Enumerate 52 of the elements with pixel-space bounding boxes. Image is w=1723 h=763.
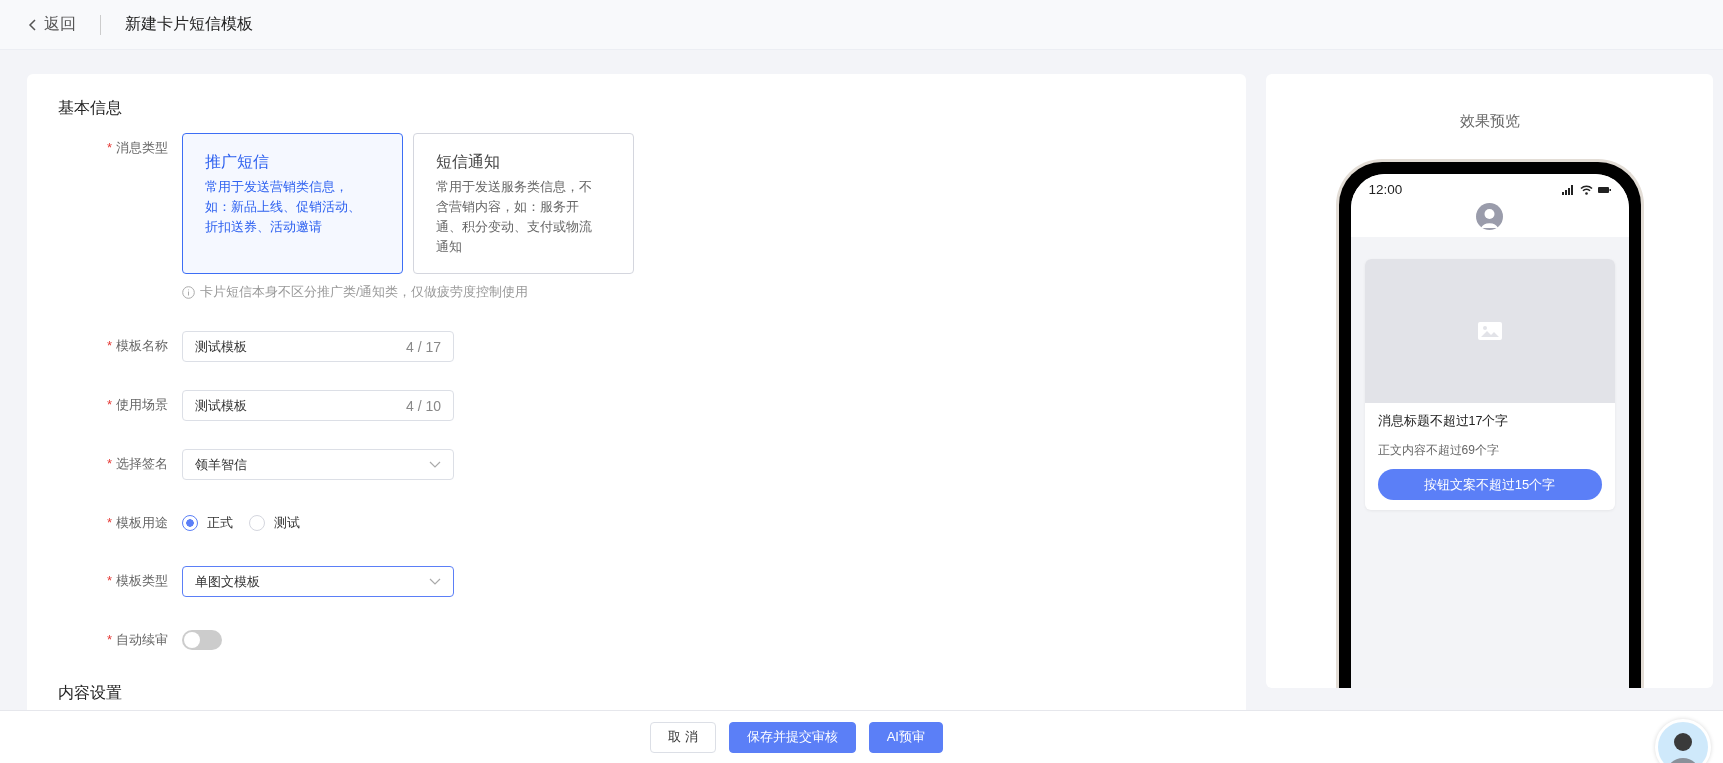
chevron-left-icon [28, 18, 36, 31]
section-title: 内容设置 [58, 683, 123, 703]
battery-icon [1597, 185, 1611, 194]
message-type-option[interactable]: 推广短信 常用于发送营销类信息，如：新品上线、促销活动、折扣送券、活动邀请 [182, 133, 403, 274]
field-label: 自动续审 [116, 631, 168, 649]
field-label: 模板类型 [116, 572, 168, 590]
page-title: 新建卡片短信模板 [125, 14, 253, 34]
option-title: 推广短信 [205, 152, 270, 172]
required-mark: * [106, 139, 112, 157]
required-mark: * [106, 337, 112, 355]
radio-option[interactable]: 正式 [182, 514, 233, 532]
signal-icon [1561, 184, 1575, 195]
chevron-down-icon [429, 577, 441, 586]
image-icon [1477, 322, 1502, 340]
field-label: 使用场景 [116, 396, 168, 414]
radio-label: 正式 [207, 514, 233, 532]
submit-button[interactable]: 保存并提交审核 [728, 721, 856, 753]
info-icon [182, 286, 195, 299]
field-label: 模板用途 [116, 514, 168, 532]
section-title: 基本信息 [58, 98, 123, 118]
card-title: 消息标题不超过17个字 [1376, 413, 1510, 430]
radio-icon[interactable] [182, 515, 198, 531]
card-action-button[interactable]: 按钮文案不超过15个字 [1377, 469, 1602, 500]
back-link[interactable]: 返回 [28, 14, 76, 35]
avatar-icon [1476, 203, 1503, 230]
option-description: 常用于发送营销类信息，如：新品上线、促销活动、折扣送券、活动邀请 [205, 179, 362, 236]
radio-option[interactable]: 测试 [249, 514, 300, 532]
cancel-button[interactable]: 取 消 [650, 721, 716, 753]
card-body: 正文内容不超过69个字 [1376, 442, 1500, 459]
option-description: 常用于发送服务类信息，不含营销内容，如：服务开通、积分变动、支付或物流通知 [436, 179, 593, 256]
option-title: 短信通知 [436, 152, 501, 172]
select-field[interactable]: 单图文模板 [182, 566, 454, 597]
field-label: 选择签名 [116, 455, 168, 473]
required-mark: * [106, 455, 112, 473]
field-label: 消息类型 [116, 139, 168, 157]
select-field[interactable]: 领羊智信 [182, 449, 454, 480]
required-mark: * [106, 572, 112, 590]
required-mark: * [106, 514, 112, 532]
message-type-option[interactable]: 短信通知 常用于发送服务类信息，不含营销内容，如：服务开通、积分变动、支付或物流通知 [413, 133, 634, 274]
text-input[interactable]: 测试模板 4 / 17 [182, 331, 454, 362]
chevron-down-icon [429, 460, 441, 469]
preview-title: 效果预览 [1459, 112, 1520, 131]
text-input[interactable]: 测试模板 4 / 10 [182, 390, 454, 421]
toggle-switch[interactable] [182, 630, 222, 650]
radio-label: 测试 [274, 514, 300, 532]
submit-button[interactable]: AI预审 [868, 721, 943, 753]
wifi-icon [1579, 184, 1593, 195]
hint-text: 卡片短信本身不区分推广类/通知类，仅做疲劳度控制使用 [200, 284, 529, 301]
required-mark: * [106, 396, 112, 414]
required-mark: * [106, 631, 112, 649]
field-label: 模板名称 [116, 337, 168, 355]
status-time: 12:00 [1368, 182, 1403, 197]
